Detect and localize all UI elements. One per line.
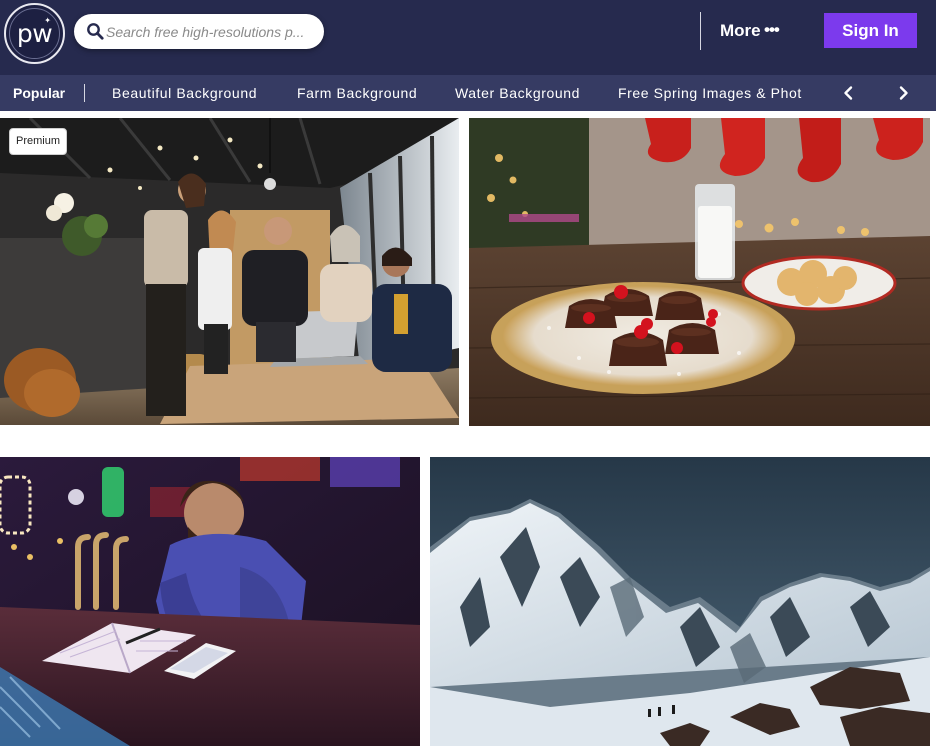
sign-in-button[interactable]: Sign In [824,13,917,48]
category-item[interactable]: Farm Background [297,85,417,101]
logo-sparkle-icon: ✦ [44,16,51,25]
photo-card-chocolate-cakes[interactable] [469,118,930,426]
office-team-image [0,118,459,425]
more-menu-button[interactable]: More [720,21,761,41]
chevron-left-icon[interactable] [841,85,857,101]
search-icon[interactable] [86,22,104,40]
photo-card-office-team[interactable]: Premium [0,118,459,425]
category-item[interactable]: Beautiful Background [112,85,257,101]
category-item[interactable]: Free Spring Images & Phot [618,85,802,101]
category-popular[interactable]: Popular [13,85,65,101]
photo-card-snowy-mountains[interactable] [430,457,930,746]
search-input[interactable] [106,22,314,42]
more-dots-icon[interactable]: ••• [764,20,780,40]
photo-card-man-at-bar[interactable] [0,457,420,746]
logo-text: pw [16,19,53,48]
category-item[interactable]: Water Background [455,85,580,101]
man-at-bar-image [0,457,420,746]
search-box [74,14,324,49]
header-divider [700,12,701,50]
category-scroller: Popular Beautiful Background Farm Backgr… [0,75,832,111]
category-bar: Popular Beautiful Background Farm Backgr… [0,75,936,111]
snowy-mountains-image [430,457,930,746]
premium-badge: Premium [9,128,68,155]
category-divider [84,84,85,102]
chocolate-cakes-image [469,118,930,426]
top-header: pw ✦ More ••• Sign In [0,0,936,75]
chevron-right-icon[interactable] [895,85,911,101]
site-logo[interactable]: pw ✦ [4,3,65,64]
